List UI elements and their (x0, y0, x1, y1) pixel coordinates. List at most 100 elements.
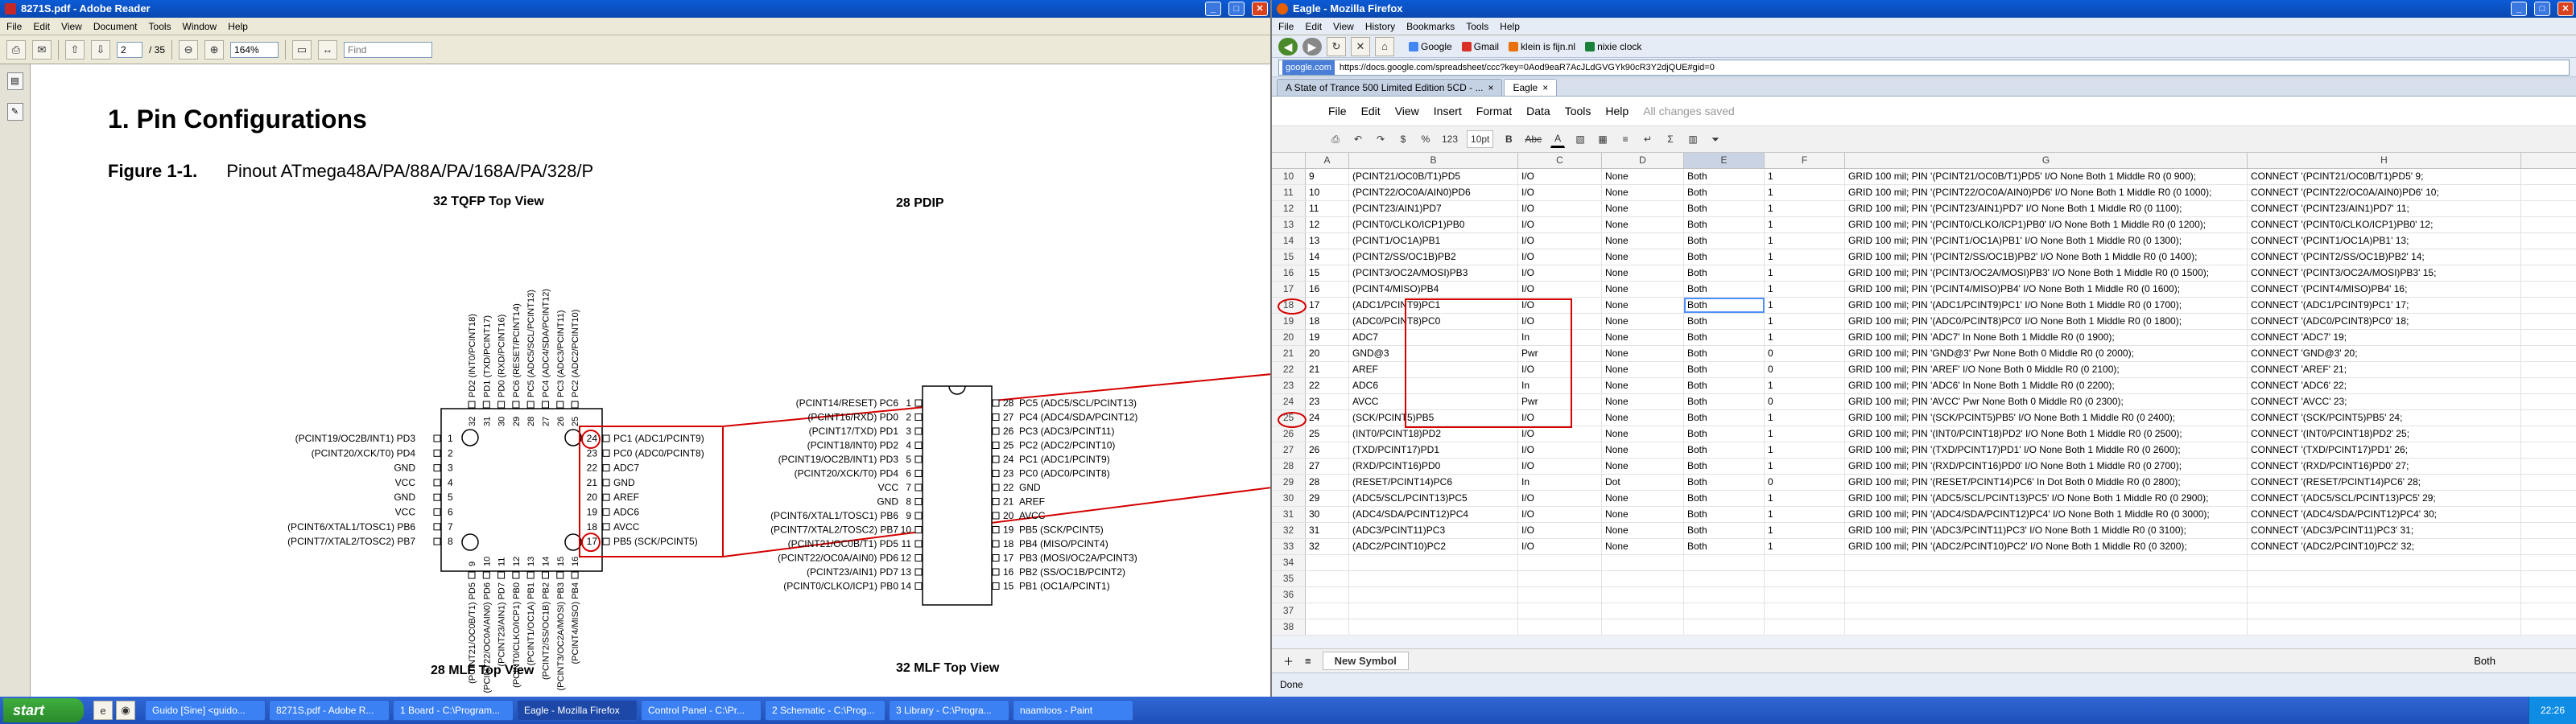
cell-f[interactable]: 1 (1765, 169, 1845, 184)
cell-a[interactable]: 18 (1306, 314, 1349, 329)
cell-f[interactable]: 1 (1765, 539, 1845, 554)
cell-g[interactable]: GRID 100 mil; PIN '(PCINT1/OC1A)PB1' I/O… (1845, 233, 2248, 249)
firefox-menu-view[interactable]: View (1333, 21, 1354, 32)
cell-a[interactable]: 9 (1306, 169, 1349, 184)
cell-d[interactable]: None (1602, 330, 1684, 345)
cell-d[interactable]: None (1602, 169, 1684, 184)
cell-b[interactable]: (PCINT22/OC0A/AIN0)PD6 (1349, 185, 1518, 200)
cell-g[interactable] (1845, 587, 2248, 603)
firefox-menu-file[interactable]: File (1278, 21, 1294, 32)
cell-e[interactable]: Both (1684, 249, 1765, 265)
cell-f[interactable]: 1 (1765, 298, 1845, 313)
attachments-icon[interactable]: ✎ (6, 103, 23, 121)
cell-g[interactable]: GRID 100 mil; PIN '(TXD/PCINT17)PD1' I/O… (1845, 442, 2248, 458)
cell-g[interactable] (1845, 555, 2248, 570)
cell-a[interactable]: 14 (1306, 249, 1349, 265)
row-number[interactable]: 35 (1272, 571, 1306, 586)
number-format-button[interactable]: 123 (1441, 130, 1459, 148)
cell-a[interactable]: 13 (1306, 233, 1349, 249)
cell-e[interactable]: Both (1684, 201, 1765, 216)
cell-f[interactable]: 1 (1765, 426, 1845, 442)
cell-d[interactable]: None (1602, 491, 1684, 506)
cell-h[interactable] (2248, 571, 2521, 586)
fill-color-icon[interactable]: ▧ (1573, 130, 1587, 148)
cell-b[interactable]: (PCINT0/CLKO/ICP1)PB0 (1349, 217, 1518, 232)
firefox-menu-history[interactable]: History (1365, 21, 1395, 32)
taskbar-button[interactable]: 2 Schematic - C:\Prog... (765, 700, 886, 721)
cell-h[interactable]: CONNECT '(TXD/PCINT17)PD1' 26; (2248, 442, 2521, 458)
row-number[interactable]: 36 (1272, 587, 1306, 603)
row-number[interactable]: 16 (1272, 265, 1306, 281)
docs-menu-help[interactable]: Help (1605, 105, 1629, 117)
cell-d[interactable]: None (1602, 442, 1684, 458)
wrap-text-icon[interactable]: ↵ (1641, 130, 1655, 148)
cell-g[interactable]: GRID 100 mil; PIN '(PCINT21/OC0B/T1)PD5'… (1845, 169, 2248, 184)
cell-e[interactable]: Both (1684, 185, 1765, 200)
cell-g[interactable]: GRID 100 mil; PIN '(ADC0/PCINT8)PC0' I/O… (1845, 314, 2248, 329)
cell-f[interactable]: 1 (1765, 459, 1845, 474)
cell-a[interactable] (1306, 587, 1349, 603)
taskbar-button[interactable]: 1 Board - C:\Program... (393, 700, 514, 721)
cell-g[interactable]: GRID 100 mil; PIN 'AVCC' Pwr None Both 0… (1845, 394, 2248, 409)
cell-b[interactable] (1349, 619, 1518, 635)
cell-d[interactable]: None (1602, 249, 1684, 265)
taskbar-button[interactable]: Eagle - Mozilla Firefox (517, 700, 638, 721)
taskbar-button[interactable]: Guido [Sine] <guido... (145, 700, 266, 721)
bookmark-item[interactable]: Google (1409, 41, 1452, 52)
cell-d[interactable] (1602, 571, 1684, 586)
cell-h[interactable]: CONNECT '(ADC4/SDA/PCINT12)PC4' 30; (2248, 507, 2521, 522)
row-number[interactable]: 23 (1272, 378, 1306, 393)
text-color-button[interactable]: A (1550, 130, 1566, 148)
cell-h[interactable]: CONNECT 'ADC7' 19; (2248, 330, 2521, 345)
cell-h[interactable]: CONNECT '(SCK/PCINT5)PB5' 24; (2248, 410, 2521, 426)
cell-d[interactable]: None (1602, 523, 1684, 538)
address-bar[interactable]: google.com https://docs.google.com/sprea… (1278, 59, 2570, 76)
page-down-icon[interactable]: ⇩ (91, 39, 110, 60)
cell-e[interactable]: Both (1684, 169, 1765, 184)
cell-a[interactable]: 17 (1306, 298, 1349, 313)
cell-e[interactable]: Both (1684, 539, 1765, 554)
minimize-button[interactable]: _ (1205, 2, 1221, 16)
cell-h[interactable]: CONNECT '(PCINT23/AIN1)PD7' 11; (2248, 201, 2521, 216)
fit-width-icon[interactable]: ↔ (318, 39, 338, 60)
bookmark-item[interactable]: klein is fijn.nl (1509, 41, 1575, 52)
cell-a[interactable]: 12 (1306, 217, 1349, 232)
zoom-select[interactable]: 164% (230, 41, 279, 58)
cell-h[interactable] (2248, 603, 2521, 619)
firefox-menu-bookmarks[interactable]: Bookmarks (1406, 21, 1455, 32)
start-button[interactable]: start (3, 698, 84, 722)
cell-h[interactable] (2248, 587, 2521, 603)
row-number[interactable]: 30 (1272, 491, 1306, 506)
cell-e[interactable] (1684, 587, 1765, 603)
cell-a[interactable]: 29 (1306, 491, 1349, 506)
cell-c[interactable] (1518, 603, 1602, 619)
filter-icon[interactable]: ⏷ (1708, 130, 1723, 148)
cell-h[interactable]: CONNECT '(ADC1/PCINT9)PC1' 17; (2248, 298, 2521, 313)
cell-a[interactable]: 25 (1306, 426, 1349, 442)
cell-h[interactable]: CONNECT '(ADC2/PCINT10)PC2' 32; (2248, 539, 2521, 554)
row-number[interactable]: 19 (1272, 314, 1306, 329)
cell-c[interactable]: I/O (1518, 507, 1602, 522)
cell-b[interactable]: (PCINT3/OC2A/MOSI)PB3 (1349, 265, 1518, 281)
cell-g[interactable]: GRID 100 mil; PIN 'AREF' I/O None Both 0… (1845, 362, 2248, 377)
cell-d[interactable]: None (1602, 282, 1684, 297)
cell-e[interactable]: Both (1684, 507, 1765, 522)
cell-a[interactable] (1306, 603, 1349, 619)
cell-c[interactable] (1518, 619, 1602, 635)
cell-e[interactable]: Both (1684, 330, 1765, 345)
column-header-h[interactable]: H (2248, 153, 2521, 168)
cell-f[interactable]: 1 (1765, 282, 1845, 297)
cell-a[interactable]: 22 (1306, 378, 1349, 393)
cell-f[interactable] (1765, 571, 1845, 586)
cell-a[interactable]: 24 (1306, 410, 1349, 426)
row-number[interactable]: 10 (1272, 169, 1306, 184)
cell-f[interactable]: 1 (1765, 217, 1845, 232)
cell-f[interactable]: 1 (1765, 507, 1845, 522)
cell-a[interactable] (1306, 571, 1349, 586)
cell-e[interactable]: Both (1684, 491, 1765, 506)
close-button[interactable]: ✕ (1252, 2, 1268, 16)
page-up-icon[interactable]: ⇧ (65, 39, 85, 60)
cell-g[interactable]: GRID 100 mil; PIN '(INT0/PCINT18)PD2' I/… (1845, 426, 2248, 442)
cell-f[interactable]: 1 (1765, 314, 1845, 329)
cell-e[interactable] (1684, 555, 1765, 570)
